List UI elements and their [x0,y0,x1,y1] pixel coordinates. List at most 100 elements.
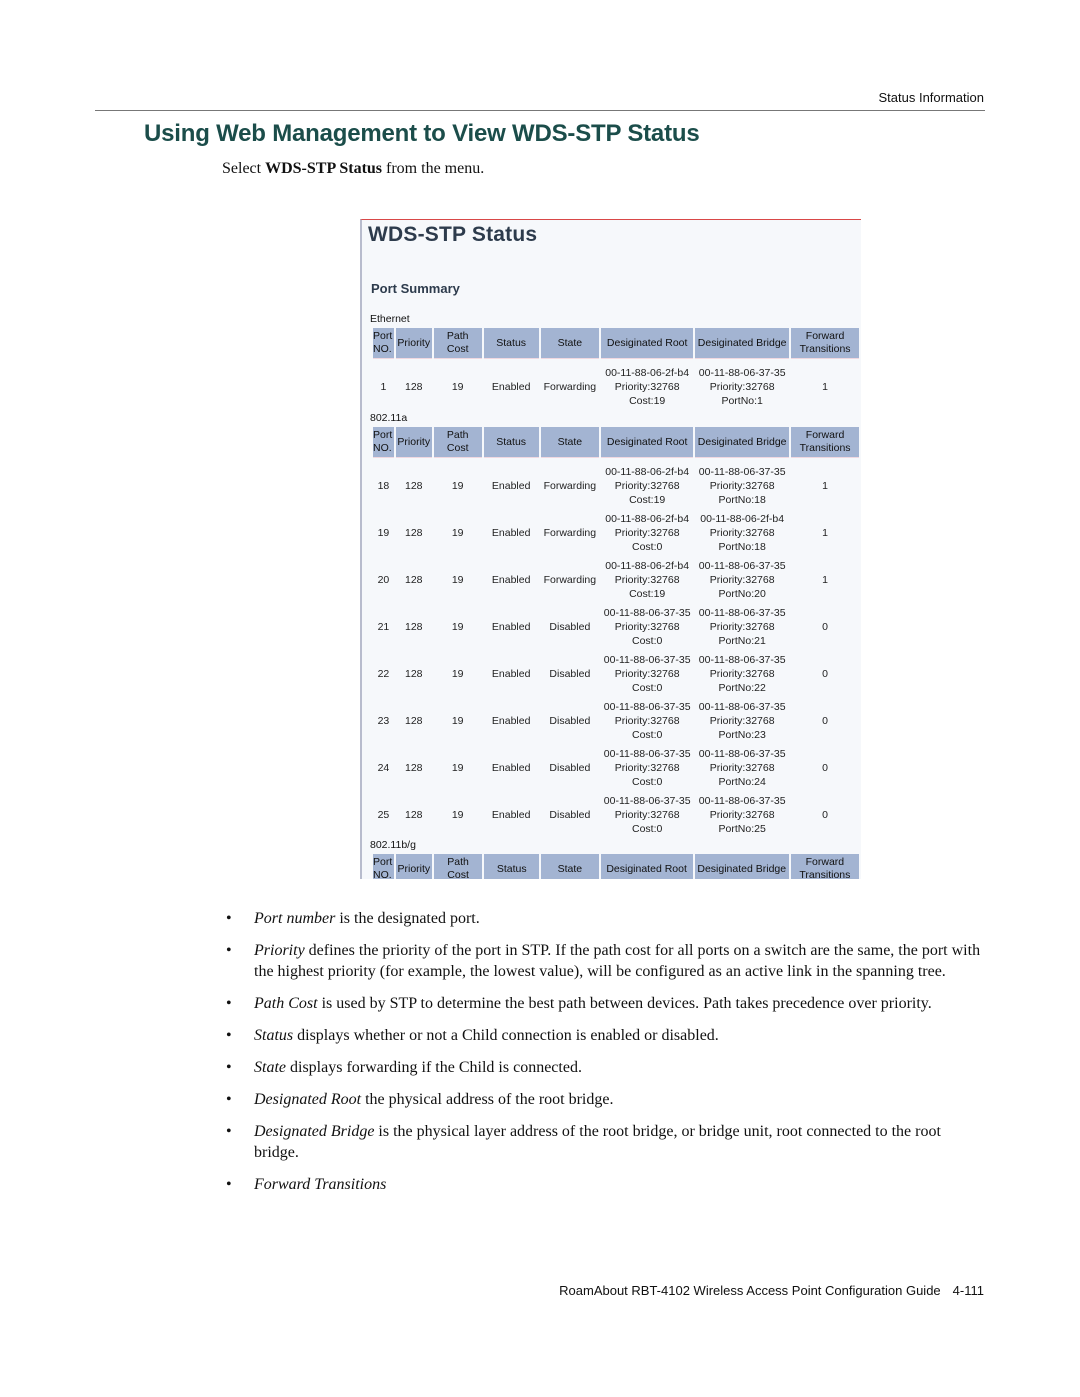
col-path-cost: Path Cost [433,854,483,879]
table-row: 19 128 19 Enabled Forwarding 00-11-88-06-2f-b… [373,509,859,556]
definition-text: is the designated port. [335,910,480,927]
col-designated-root: Desiginated Root [601,427,694,458]
cell-designated-bridge: 00-11-88-06-37-35 Priority:32768 PortNo:21 [698,606,786,647]
cell-port: 19 [377,526,390,539]
bullet-icon: • [226,910,232,927]
cell-status: Enabled [491,526,531,539]
intro-menu-item: WDS-STP Status [265,160,383,177]
table-header-row: Port NO. Priority Path Cost Status State Desigi… [373,427,859,458]
cell-port: 24 [377,761,390,774]
cell-state: Forwarding [543,526,597,539]
cell-state: Forwarding [543,479,597,492]
col-state: State [540,328,600,359]
definition-term: Designated Bridge [254,1123,375,1140]
definition-text: defines the priority of the port in STP.… [254,942,981,980]
cell-priority: 128 [404,808,423,821]
cell-priority: 128 [404,380,423,393]
col-status: Status [484,854,540,879]
interface-label: 802.11b/g [370,839,416,851]
cell-port: 23 [377,714,390,727]
cell-status: Enabled [491,573,531,586]
cell-forward-transitions: 1 [822,479,828,492]
intro-suffix: from the menu. [382,160,485,177]
cell-designated-root: 00-11-88-06-37-35 Priority:32768 Cost:0 [603,606,691,647]
definition-item: • Forward Transitions [222,1174,982,1195]
interface-label: 802.11a [370,412,408,424]
table-row: 23 128 19 Enabled Disabled 00-11-88-06-37-35 P… [373,697,859,744]
cell-status: Enabled [491,714,531,727]
table-row: 21 128 19 Enabled Disabled 00-11-88-06-37-35 P… [373,603,859,650]
definition-item: • Port number is the designated port. [222,908,982,929]
bullet-icon: • [226,1091,232,1108]
cell-status: Enabled [491,620,531,633]
cell-designated-bridge: 00-11-88-06-37-35 Priority:32768 PortNo:24 [698,747,786,788]
col-port-no: Port NO. [373,427,394,458]
col-port-no: Port NO. [373,854,394,879]
definition-item: • Priority defines the priority of the po… [222,940,982,982]
cell-port: 1 [380,380,387,393]
col-designated-root: Desiginated Root [601,328,694,359]
page-number: 4-111 [952,1283,984,1298]
cell-forward-transitions: 0 [822,667,828,680]
intro-prefix: Select [222,160,266,177]
cell-status: Enabled [491,479,531,492]
col-priority: Priority [395,854,432,879]
table-row: 18 128 19 Enabled Forwarding 00-11-88-06-2f-b… [373,458,859,509]
cell-path-cost: 19 [451,573,464,586]
cell-designated-bridge: 00-11-88-06-37-35 Priority:32768 PortNo:23 [698,700,786,741]
cell-path-cost: 19 [451,667,464,680]
table-row: 1 128 19 Enabled Forwarding 00-11-88-06-2f-b4… [373,359,859,410]
cell-port: 25 [377,808,390,821]
col-path-cost: Path Cost [433,328,482,359]
cell-forward-transitions: 0 [822,620,828,633]
port-summary-table: Port NO. Priority Path Cost Status State Desigi… [371,427,861,838]
cell-forward-transitions: 1 [822,380,828,393]
bullet-icon: • [226,995,232,1012]
definition-text: is used by STP to determine the best pat… [317,995,932,1012]
cell-status: Enabled [491,808,531,821]
cell-state: Forwarding [543,380,597,393]
col-forward-transitions: Forward Transitions [791,427,859,458]
cell-forward-transitions: 0 [822,808,828,821]
cell-path-cost: 19 [451,526,464,539]
col-designated-bridge: Desiginated Bridge [695,427,790,458]
definition-item: • Designated Root the physical address of… [222,1089,982,1110]
cell-state: Disabled [549,761,591,774]
bullet-icon: • [226,942,232,959]
col-designated-root: Desiginated Root [600,854,693,879]
cell-designated-root: 00-11-88-06-2f-b4 Priority:32768 Cost:19 [605,366,690,407]
definition-term: Path Cost [254,995,318,1012]
table-header-row: Port NO. Priority Path Cost Status State Desigi… [373,854,859,879]
section-title: Using Web Management to View WDS-STP Sta… [144,120,700,147]
screenshot-title: WDS-STP Status [368,223,538,246]
definition-term: Status [254,1027,294,1044]
col-state: State [541,854,599,879]
definition-text: displays whether or not a Child connecti… [293,1027,719,1044]
cell-forward-transitions: 0 [822,761,828,774]
cell-designated-root: 00-11-88-06-2f-b4 Priority:32768 Cost:19 [605,465,690,506]
cell-designated-root: 00-11-88-06-37-35 Priority:32768 Cost:0 [603,700,691,741]
cell-port: 22 [377,667,390,680]
definition-item: • Designated Bridge is the physical layer… [222,1121,982,1163]
definition-term: Priority [254,942,305,959]
cell-state: Disabled [549,620,591,633]
cell-port: 20 [377,573,390,586]
cell-designated-bridge: 00-11-88-06-37-35 Priority:32768 PortNo:1 [698,366,786,407]
cell-designated-root: 00-11-88-06-2f-b4 Priority:32768 Cost:19 [605,559,690,600]
definition-item: • State displays forwarding if the Child … [222,1057,982,1078]
port-summary-table: Port NO. Priority Path Cost Status State Desigi… [371,854,861,879]
cell-path-cost: 19 [451,761,464,774]
running-head: Status Information [878,90,985,105]
definition-item: • Path Cost is used by STP to determine t… [222,993,982,1014]
cell-status: Enabled [491,380,531,393]
port-summary-table: Port NO. Priority Path Cost Status State Desigi… [371,328,861,410]
bullet-icon: • [226,1059,232,1076]
bullet-icon: • [226,1123,232,1140]
cell-priority: 128 [404,714,423,727]
bullet-icon: • [226,1027,232,1044]
table-row: 20 128 19 Enabled Forwarding 00-11-88-06-2f-b… [373,556,859,603]
cell-state: Disabled [549,808,591,821]
cell-designated-root: 00-11-88-06-37-35 Priority:32768 Cost:0 [603,747,691,788]
cell-path-cost: 19 [451,808,464,821]
field-definitions: • Port number is the designated port. • Pri… [222,908,982,1206]
